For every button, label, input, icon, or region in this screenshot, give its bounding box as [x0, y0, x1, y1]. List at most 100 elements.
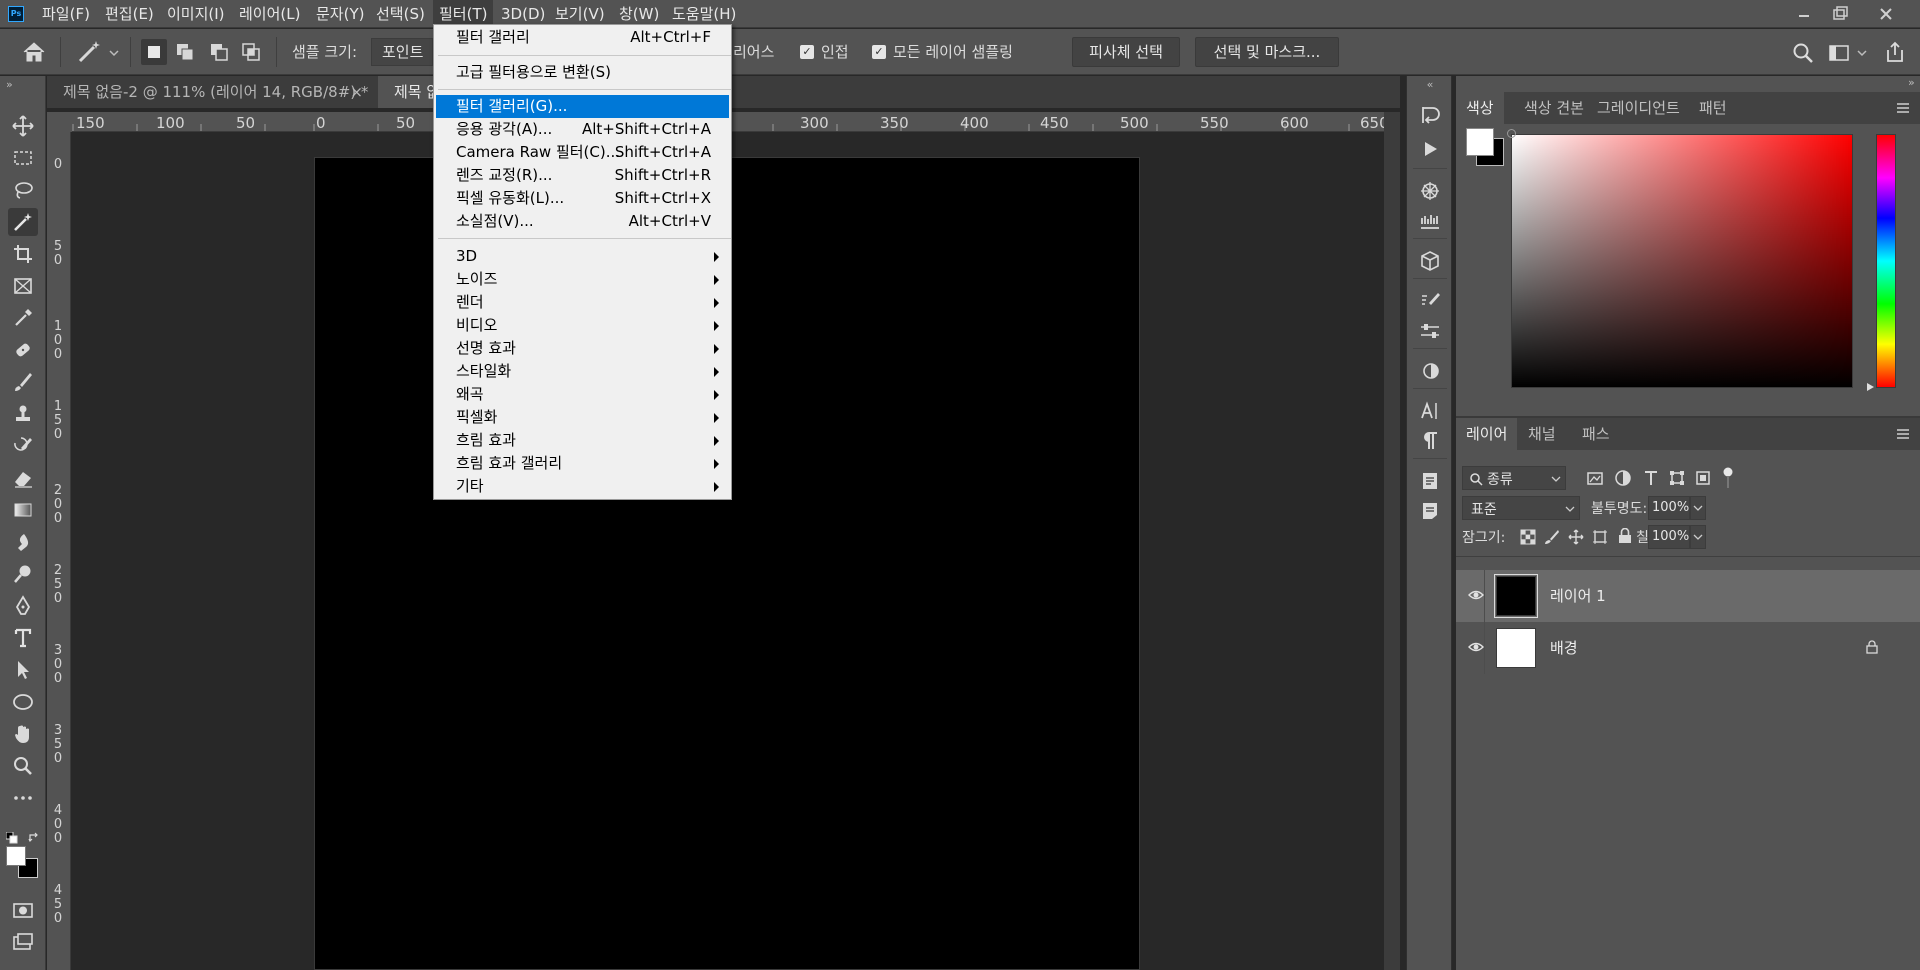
filter-shape-icon[interactable] [1668, 469, 1686, 487]
menu-select[interactable]: 선택(S) [370, 0, 431, 28]
history-brush-tool-icon[interactable] [8, 432, 38, 460]
layer-name[interactable]: 배경 [1550, 622, 1578, 674]
tab-layers[interactable]: 레이어 [1456, 418, 1518, 450]
menu-item-stylize[interactable]: 스타일화 [436, 360, 729, 383]
minimize-button[interactable] [1786, 2, 1822, 26]
layer-filter-dropdown[interactable]: 종류 [1462, 466, 1566, 490]
magic-wand-tool-preset-icon[interactable] [76, 39, 120, 65]
layer-thumbnail[interactable] [1494, 574, 1538, 618]
menu-item-pixelate[interactable]: 픽셀화 [436, 406, 729, 429]
path-selection-tool-icon[interactable] [8, 656, 38, 684]
workspace-icon[interactable] [1828, 42, 1868, 64]
sample-size-dropdown[interactable]: 포인트 [371, 38, 433, 66]
gradient-tool-icon[interactable] [8, 496, 38, 524]
character-icon[interactable] [1417, 398, 1443, 424]
filter-adjustment-icon[interactable] [1614, 469, 1632, 487]
tab-color[interactable]: 색상 [1456, 92, 1504, 124]
menu-type[interactable]: 문자(Y) [310, 0, 370, 28]
layer-name[interactable]: 레이어 1 [1550, 570, 1606, 622]
menu-item-video[interactable]: 비디오 [436, 314, 729, 337]
frame-tool-icon[interactable] [8, 272, 38, 300]
collapse-dock-icon[interactable]: « [1409, 78, 1451, 92]
menu-item-distort[interactable]: 왜곡 [436, 383, 729, 406]
adjustments-icon[interactable] [1417, 358, 1443, 384]
add-to-selection-icon[interactable] [172, 39, 198, 65]
filter-smart-object-icon[interactable] [1694, 469, 1712, 487]
zoom-tool-icon[interactable] [8, 752, 38, 780]
type-tool-icon[interactable] [8, 624, 38, 652]
color-panel-fg-swatch[interactable] [1466, 128, 1494, 156]
filter-type-icon[interactable] [1642, 469, 1660, 487]
lock-artboard-icon[interactable] [1592, 529, 1608, 545]
foreground-color-swatch[interactable] [6, 846, 26, 866]
search-icon[interactable] [1792, 42, 1814, 64]
libraries-icon[interactable] [1417, 468, 1443, 494]
default-colors-icon[interactable] [6, 832, 18, 844]
filter-toggle-icon[interactable] [1722, 466, 1734, 490]
menu-item-blur[interactable]: 흐림 효과 [436, 429, 729, 452]
menu-item-liquify[interactable]: 픽셀 유동화(L)... Shift+Ctrl+X [436, 187, 729, 210]
menu-item-noise[interactable]: 노이즈 [436, 268, 729, 291]
actions-play-icon[interactable] [1417, 136, 1443, 162]
lock-position-icon[interactable] [1568, 529, 1584, 545]
lock-image-icon[interactable] [1544, 529, 1560, 545]
menu-edit[interactable]: 편집(E) [99, 0, 160, 28]
vertical-scrollbar[interactable] [1384, 112, 1400, 970]
eraser-tool-icon[interactable] [8, 464, 38, 492]
menu-item-adaptive-wide-angle[interactable]: 응용 광각(A)... Alt+Shift+Ctrl+A [436, 118, 729, 141]
menu-item-render[interactable]: 렌더 [436, 291, 729, 314]
menu-item-convert-smart-filters[interactable]: 고급 필터용으로 변환(S) [436, 61, 729, 84]
menu-item-lens-correction[interactable]: 렌즈 교정(R)... Shift+Ctrl+R [436, 164, 729, 187]
brush-settings-icon[interactable] [1417, 178, 1443, 204]
visibility-eye-icon[interactable] [1468, 640, 1484, 654]
menu-layer[interactable]: 레이어(L) [233, 0, 306, 28]
contiguous-checkbox[interactable]: ✓ [800, 45, 814, 59]
lock-all-icon[interactable] [1618, 528, 1632, 544]
panel-menu-icon[interactable] [1896, 102, 1910, 114]
opacity-input[interactable]: 100% [1648, 496, 1690, 520]
move-tool-icon[interactable] [8, 112, 38, 140]
dodge-tool-icon[interactable] [8, 560, 38, 588]
crop-tool-icon[interactable] [8, 240, 38, 268]
intersect-selection-icon[interactable] [238, 39, 264, 65]
menu-item-vanishing-point[interactable]: 소실점(V)... Alt+Ctrl+V [436, 210, 729, 233]
ellipse-tool-icon[interactable] [8, 688, 38, 716]
select-and-mask-button[interactable]: 선택 및 마스크... [1195, 37, 1339, 67]
menu-item-camera-raw[interactable]: Camera Raw 필터(C)... Shift+Ctrl+A [436, 141, 729, 164]
menu-image[interactable]: 이미지(I) [161, 0, 231, 28]
tab-gradients[interactable]: 그레이디언트 [1587, 92, 1690, 124]
menu-item-other[interactable]: 기타 [436, 475, 729, 498]
tab-swatches[interactable]: 색상 견본 [1514, 92, 1594, 124]
swap-colors-icon[interactable] [28, 832, 40, 844]
fill-dropdown-icon[interactable] [1690, 525, 1706, 549]
color-picker-field[interactable] [1511, 134, 1853, 388]
share-icon[interactable] [1884, 40, 1906, 64]
filter-pixel-icon[interactable] [1586, 469, 1604, 487]
healing-brush-tool-icon[interactable] [8, 336, 38, 364]
layers-panel-menu-icon[interactable] [1896, 428, 1910, 440]
opacity-dropdown-icon[interactable] [1690, 496, 1706, 520]
history-icon[interactable] [1417, 102, 1443, 128]
marquee-tool-icon[interactable] [8, 144, 38, 172]
new-selection-icon[interactable] [141, 39, 167, 65]
paragraph-icon[interactable] [1417, 428, 1443, 454]
tab-channels[interactable]: 채널 [1518, 418, 1566, 450]
pen-tool-icon[interactable] [8, 592, 38, 620]
tab-patterns[interactable]: 패턴 [1689, 92, 1737, 124]
screen-mode-icon[interactable] [8, 928, 38, 956]
fill-input[interactable]: 100% [1648, 525, 1690, 549]
close-button[interactable] [1868, 2, 1904, 26]
menu-item-filter-gallery[interactable]: 필터 갤러리(G)... [436, 95, 729, 118]
select-subject-button[interactable]: 피사체 선택 [1072, 37, 1180, 67]
menu-item-sharpen[interactable]: 선명 효과 [436, 337, 729, 360]
home-icon[interactable] [22, 41, 46, 63]
menu-item-blur-gallery[interactable]: 흐림 효과 갤러리 [436, 452, 729, 475]
collapse-panels-icon[interactable]: » [1908, 76, 1915, 89]
menu-item-3d[interactable]: 3D [436, 245, 729, 268]
lasso-tool-icon[interactable] [8, 176, 38, 204]
quick-mask-icon[interactable] [8, 896, 38, 924]
lock-transparent-icon[interactable] [1520, 529, 1536, 545]
tab-close-icon[interactable]: × [350, 76, 363, 108]
notes-icon[interactable] [1417, 498, 1443, 524]
more-tools-icon[interactable] [8, 784, 38, 812]
